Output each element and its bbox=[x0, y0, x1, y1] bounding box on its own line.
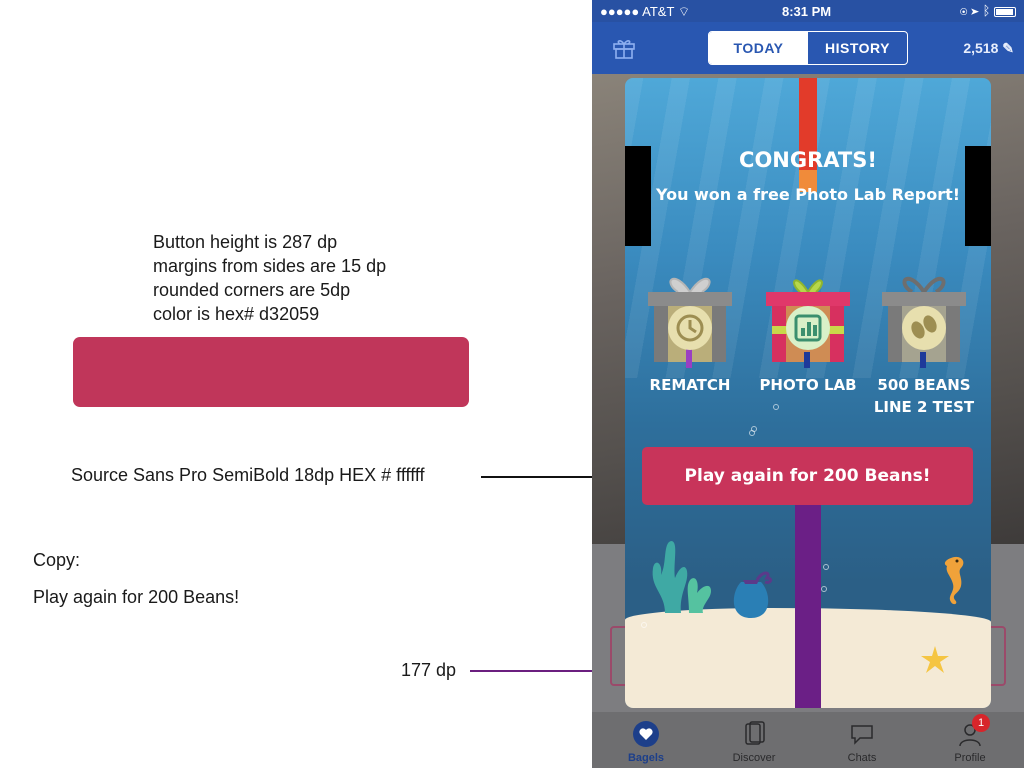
status-icons: ◉ ➤ ᛒ bbox=[960, 3, 1016, 18]
prize-label: PHOTO LAB bbox=[759, 376, 857, 394]
gift-icon[interactable] bbox=[612, 36, 636, 60]
prize-photo-lab[interactable]: PHOTO LAB bbox=[753, 268, 863, 396]
status-time: 8:31 PM bbox=[782, 4, 832, 19]
bluetooth-icon: ᛒ bbox=[982, 3, 991, 18]
tab-label: Profile bbox=[954, 752, 986, 764]
copy-label: Copy: bbox=[33, 550, 81, 570]
chat-bubble-icon bbox=[851, 725, 873, 745]
height-note: 177 dp bbox=[401, 660, 457, 680]
tab-discover[interactable]: Discover bbox=[714, 720, 794, 764]
tab-bagels[interactable]: Bagels bbox=[606, 720, 686, 764]
treasure-bag-icon bbox=[733, 571, 773, 618]
phone-screen: ●●●●● AT&T ⌔ 8:31 PM ◉ ➤ ᛒ TODAY HISTORY… bbox=[592, 0, 1024, 768]
tab-profile[interactable]: Profile 1 bbox=[930, 714, 1010, 764]
battery-icon bbox=[994, 6, 1016, 17]
spec-line: Button height is 287 dp bbox=[153, 232, 338, 252]
congrats-modal: CONGRATS! You won a free Photo Lab Repor… bbox=[625, 78, 991, 708]
bubble-decoration bbox=[821, 586, 827, 592]
starfish-icon bbox=[921, 646, 949, 673]
prize-beans[interactable]: 500 BEANS LINE 2 TEST bbox=[869, 268, 979, 418]
spec-line: color is hex# d32059 bbox=[153, 304, 320, 324]
prize-rematch[interactable]: REMATCH bbox=[635, 268, 745, 396]
tab-label: Discover bbox=[732, 752, 776, 764]
beans-balance[interactable]: 2,518 ✎ bbox=[963, 40, 1014, 57]
gift-box-icon bbox=[882, 276, 966, 368]
bubble-decoration bbox=[773, 404, 779, 410]
tab-today[interactable]: TODAY bbox=[709, 32, 808, 64]
copy-text: Play again for 200 Beans! bbox=[33, 587, 240, 607]
spec-line: rounded corners are 5dp bbox=[153, 280, 351, 300]
prize-label: 500 BEANS LINE 2 TEST bbox=[873, 376, 975, 416]
tab-label: Chats bbox=[847, 752, 877, 764]
bubble-decoration bbox=[749, 430, 755, 436]
tab-chats[interactable]: Chats bbox=[822, 720, 902, 764]
wifi-icon: ⌔ bbox=[677, 4, 691, 19]
prize-label: REMATCH bbox=[649, 376, 731, 394]
color-swatch bbox=[73, 337, 469, 407]
status-bar: ●●●●● AT&T ⌔ 8:31 PM ◉ ➤ ᛒ bbox=[592, 0, 1024, 22]
day-toggle: TODAY HISTORY bbox=[708, 31, 908, 65]
gift-box-icon bbox=[766, 279, 850, 368]
cards-icon bbox=[745, 721, 765, 745]
tab-label: Bagels bbox=[627, 752, 665, 764]
seahorse-icon bbox=[944, 556, 964, 605]
gift-box-icon bbox=[648, 277, 732, 368]
spec-notes: Button height is 287 dp margins from sid… bbox=[153, 230, 386, 326]
modal-subtitle: You won a free Photo Lab Report! bbox=[655, 185, 961, 204]
heart-icon bbox=[633, 721, 659, 747]
play-again-button[interactable]: Play again for 200 Beans! bbox=[642, 447, 973, 505]
font-spec-note: Source Sans Pro SemiBold 18dp HEX # ffff… bbox=[71, 465, 425, 485]
bottom-tab-bar: Bagels Discover Chats Profile 1 bbox=[592, 712, 1024, 768]
carrier-label: ●●●●● AT&T ⌔ bbox=[600, 4, 691, 19]
location-icon: ➤ bbox=[971, 3, 979, 18]
lock-rotation-icon: ◉ bbox=[959, 3, 968, 18]
tab-history[interactable]: HISTORY bbox=[808, 32, 907, 64]
coral-icon bbox=[652, 541, 711, 613]
bubble-decoration bbox=[641, 622, 647, 628]
pencil-icon: ✎ bbox=[1002, 40, 1014, 56]
bubble-decoration bbox=[823, 564, 829, 570]
purple-marker-bar bbox=[795, 505, 821, 708]
spec-line: margins from sides are 15 dp bbox=[153, 256, 387, 276]
top-nav: TODAY HISTORY 2,518 ✎ bbox=[592, 22, 1024, 74]
notification-badge: 1 bbox=[972, 714, 990, 732]
modal-title: CONGRATS! bbox=[739, 148, 877, 172]
